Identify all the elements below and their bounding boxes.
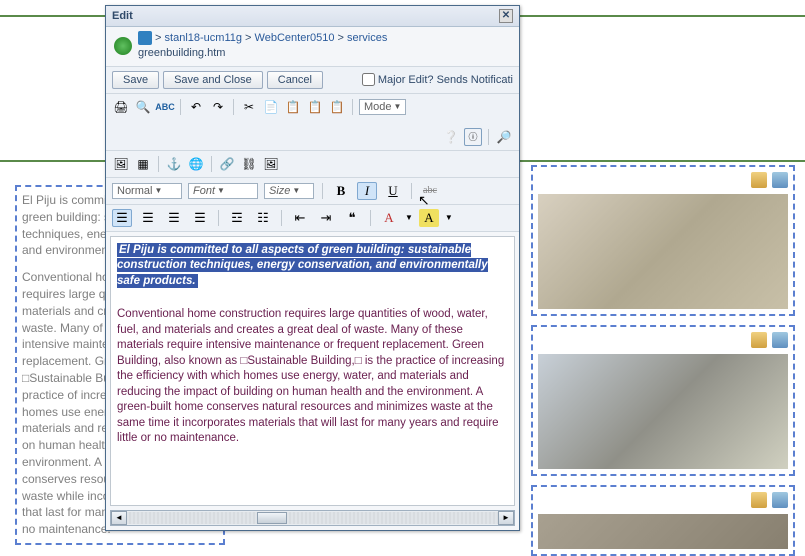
refresh-icon[interactable] [772, 172, 788, 188]
indent-button[interactable]: ⇥ [316, 209, 336, 227]
info-icon[interactable]: ⓘ [464, 128, 482, 146]
image-panel-1 [531, 165, 795, 316]
toolbar-row-2: 🖼 ▦ ⚓ 🌐 🔗 ⛓ 🖼 [106, 151, 519, 178]
save-close-button[interactable]: Save and Close [163, 71, 263, 89]
preview-icon[interactable]: 🔍 [134, 98, 152, 116]
table-icon[interactable]: ▦ [134, 155, 152, 173]
major-edit-checkbox[interactable]: Major Edit? Sends Notificati [362, 73, 513, 86]
scroll-thumb[interactable] [257, 512, 287, 524]
align-justify-button[interactable]: ☰ [190, 209, 210, 227]
bold-button[interactable]: B [331, 182, 351, 200]
image-placeholder [538, 354, 788, 469]
refresh-icon[interactable] [772, 332, 788, 348]
scroll-right-button[interactable]: ► [498, 511, 514, 525]
blockquote-button[interactable]: ❝ [342, 209, 362, 227]
horizontal-scrollbar[interactable]: ◄ ► [110, 510, 515, 526]
underline-button[interactable]: U [383, 182, 403, 200]
cancel-button[interactable]: Cancel [267, 71, 323, 89]
align-center-button[interactable]: ☰ [138, 209, 158, 227]
editor-area[interactable]: El Piju is committed to all aspects of g… [110, 236, 515, 506]
link-icon[interactable]: 🔗 [218, 155, 236, 173]
dialog-titlebar[interactable]: Edit ✕ [106, 6, 519, 27]
toolbar-row-1: 🖨 🔍 ABC ↶ ↷ ✂ 📄 📋 📋 📋 Mode▼ ❔ ⓘ 🔎 [106, 94, 519, 151]
image-icon[interactable]: 🖼 [112, 155, 130, 173]
paste-word-icon[interactable]: 📋 [328, 98, 346, 116]
outdent-button[interactable]: ⇤ [290, 209, 310, 227]
align-left-button[interactable]: ☰ [112, 209, 132, 227]
scroll-left-button[interactable]: ◄ [111, 511, 127, 525]
button-row: Save Save and Close Cancel Major Edit? S… [106, 67, 519, 94]
doc-icon[interactable] [751, 172, 767, 188]
save-button[interactable]: Save [112, 71, 159, 89]
breadcrumb-seg1[interactable]: stanl18-ucm11g [165, 32, 242, 44]
mode-dropdown[interactable]: Mode▼ [359, 99, 406, 115]
breadcrumb-file: greenbuilding.htm [138, 47, 225, 59]
major-edit-input[interactable] [362, 73, 375, 86]
selected-text[interactable]: El Piju is committed to all aspects of g… [117, 243, 488, 288]
print-icon[interactable]: 🖨 [112, 98, 130, 116]
help-icon[interactable]: ❔ [442, 128, 460, 146]
image-placeholder [538, 194, 788, 309]
paragraph-dropdown[interactable]: Normal▼ [112, 183, 182, 199]
size-dropdown[interactable]: Size▼ [264, 183, 314, 199]
paste-icon[interactable]: 📋 [284, 98, 302, 116]
image-placeholder [538, 514, 788, 549]
text-color-button[interactable]: A [379, 209, 399, 227]
find-icon[interactable]: 🔎 [495, 128, 513, 146]
italic-button[interactable]: I [357, 182, 377, 200]
doc-icon[interactable] [751, 492, 767, 508]
bg-color-button[interactable]: A [419, 209, 439, 227]
body-text[interactable]: Conventional home construction requires … [117, 307, 508, 447]
format-row-1: Normal▼ Font▼ Size▼ B I U abc [106, 178, 519, 205]
globe-icon[interactable]: 🌐 [187, 155, 205, 173]
align-right-button[interactable]: ☰ [164, 209, 184, 227]
breadcrumb-seg3[interactable]: services [347, 32, 387, 44]
redo-icon[interactable]: ↷ [209, 98, 227, 116]
close-icon[interactable]: ✕ [499, 9, 513, 23]
cut-icon[interactable]: ✂ [240, 98, 258, 116]
paste-special-icon[interactable]: 📋 [306, 98, 324, 116]
spellcheck-icon[interactable]: ABC [156, 98, 174, 116]
back-icon[interactable] [114, 37, 132, 55]
undo-icon[interactable]: ↶ [187, 98, 205, 116]
copy-icon[interactable]: 📄 [262, 98, 280, 116]
refresh-icon[interactable] [772, 492, 788, 508]
media-icon[interactable]: 🖼 [262, 155, 280, 173]
bullet-list-button[interactable]: ☷ [253, 209, 273, 227]
image-panel-2 [531, 325, 795, 476]
unlink-icon[interactable]: ⛓ [240, 155, 258, 173]
numbered-list-button[interactable]: ☲ [227, 209, 247, 227]
image-panel-3 [531, 485, 795, 556]
font-dropdown[interactable]: Font▼ [188, 183, 258, 199]
strike-button[interactable]: abc [420, 182, 440, 200]
doc-icon[interactable] [751, 332, 767, 348]
breadcrumb: > stanl18-ucm11g > WebCenter0510 > servi… [106, 27, 519, 67]
dialog-title: Edit [112, 10, 133, 22]
format-row-2: ☰ ☰ ☰ ☰ ☲ ☷ ⇤ ⇥ ❝ A ▼ A ▼ [106, 205, 519, 232]
site-icon [138, 31, 152, 45]
breadcrumb-seg2[interactable]: WebCenter0510 [255, 32, 335, 44]
edit-dialog: Edit ✕ > stanl18-ucm11g > WebCenter0510 … [105, 5, 520, 531]
anchor-icon[interactable]: ⚓ [165, 155, 183, 173]
scroll-track[interactable] [127, 512, 498, 524]
